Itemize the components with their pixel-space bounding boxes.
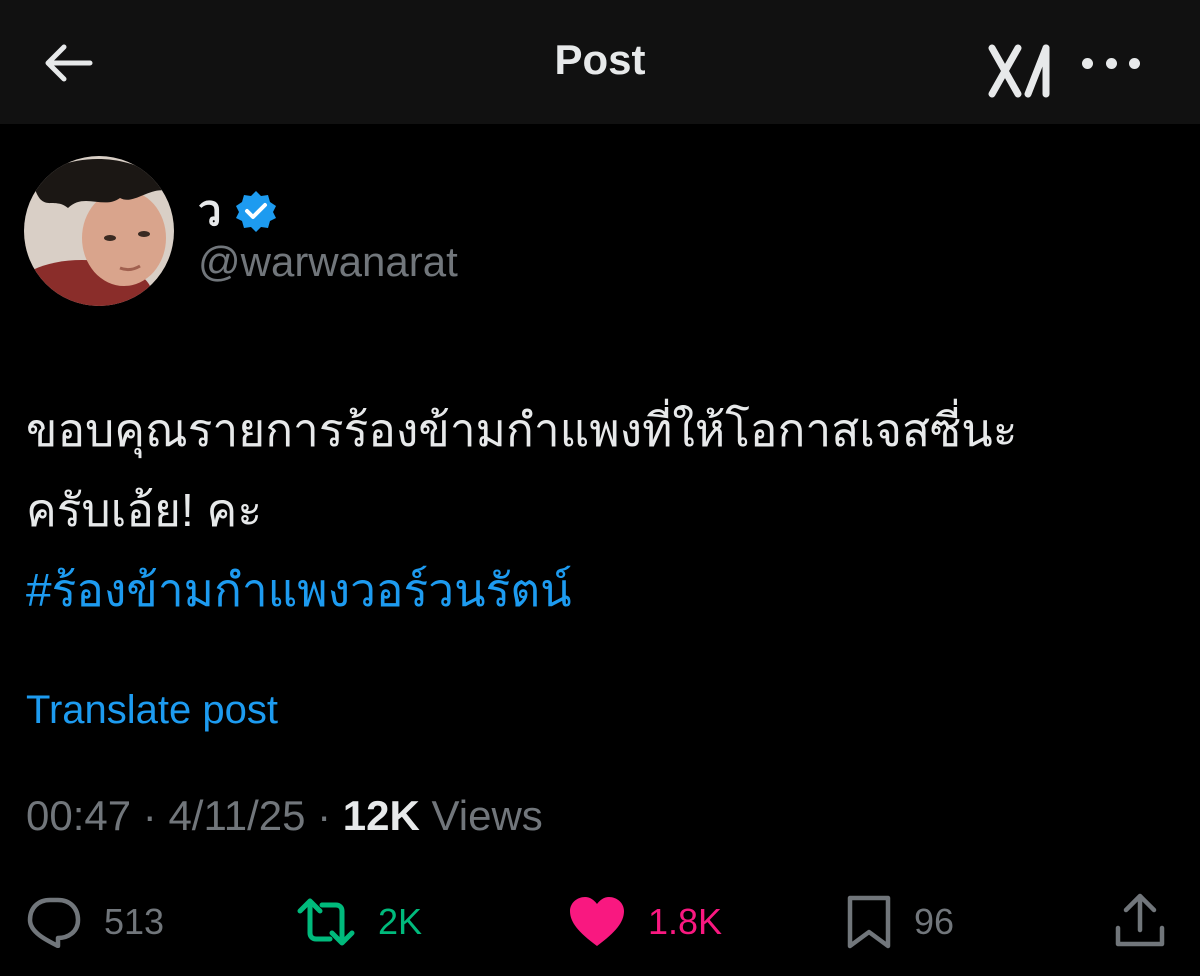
post-text-line-1: ขอบคุณรายการร้องข้ามกำแพงที่ให้โอกาสเจสซ…	[26, 404, 1018, 456]
more-button[interactable]	[1082, 48, 1140, 78]
more-horizontal-icon	[1082, 57, 1093, 69]
repost-button[interactable]: 2K	[296, 892, 422, 952]
share-icon	[1115, 893, 1165, 947]
post-body: ขอบคุณรายการร้องข้ามกำแพงที่ให้โอกาสเจสซ…	[26, 390, 1186, 630]
display-name: ว	[198, 187, 222, 234]
heart-filled-icon	[570, 897, 624, 946]
repost-count: 2K	[378, 901, 423, 942]
hashtag-link[interactable]: #ร้องข้ามกำแพงวอร์วนรัตน์	[26, 550, 1186, 630]
post-text-line-2: ครับเอ้ย! คะ	[26, 484, 263, 536]
author-name-row[interactable]: ว	[198, 178, 278, 244]
meta-separator: ·	[317, 792, 343, 839]
meta-separator: ·	[142, 792, 169, 839]
bookmark-button[interactable]: 96	[846, 892, 954, 952]
post-date: 4/11/25	[168, 792, 306, 839]
author-handle[interactable]: @warwanarat	[198, 238, 458, 286]
post-meta: 00:47 · 4/11/25 · 12K Views	[26, 792, 543, 840]
reply-button[interactable]: 513	[26, 892, 164, 952]
top-bar: Post	[0, 0, 1200, 124]
grok-icon	[988, 44, 1050, 98]
reply-count: 513	[104, 901, 165, 942]
avatar[interactable]	[24, 156, 174, 306]
repost-icon	[297, 898, 355, 946]
views-count: 12K	[342, 792, 420, 839]
reply-icon	[27, 897, 81, 948]
share-button[interactable]	[1112, 892, 1168, 950]
like-button[interactable]: 1.8K	[568, 892, 722, 952]
post-time: 00:47	[26, 792, 132, 839]
verified-badge-icon	[235, 191, 276, 232]
translate-post-link[interactable]: Translate post	[26, 688, 278, 733]
bookmark-icon	[847, 895, 891, 949]
like-count: 1.8K	[648, 901, 723, 942]
grok-button[interactable]	[988, 44, 1054, 98]
avatar-image	[24, 156, 174, 306]
views-label: Views	[431, 792, 543, 839]
bookmark-count: 96	[914, 901, 955, 942]
